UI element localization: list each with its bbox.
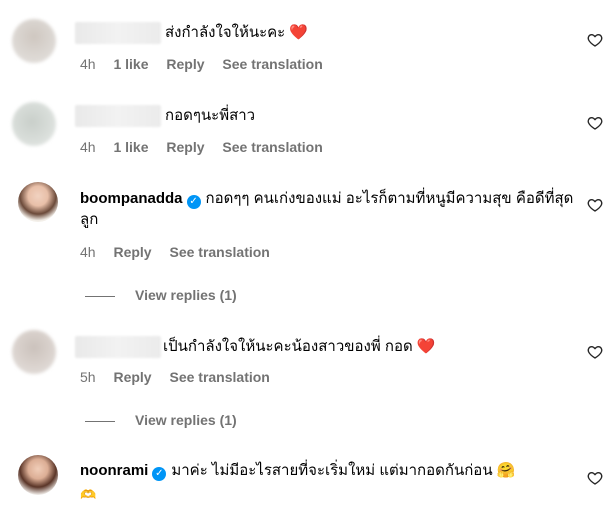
heart-emoji: ❤️	[289, 24, 309, 41]
reply-button[interactable]: Reply	[113, 369, 151, 385]
comment-time[interactable]: 4h	[80, 56, 96, 72]
comment-time[interactable]: 4h	[80, 139, 96, 155]
comment-meta: 4h 1 like Reply See translation	[80, 56, 337, 72]
see-translation-button[interactable]: See translation	[169, 244, 269, 260]
comment-body: มาค่ะ ไม่มีอะไรสายที่จะเริ่มใหม่ แต่มากอ…	[171, 462, 493, 479]
comment-meta: 4h Reply See translation	[80, 244, 284, 260]
view-replies-button[interactable]: View replies (1)	[85, 287, 237, 303]
comment-meta: 5h Reply See translation	[80, 369, 284, 385]
comment-text: boompanadda ✓ กอดๆๆ คนเก่งของแม่ อะไรก็ตาม…	[80, 188, 575, 230]
username-link[interactable]: boompanadda	[80, 190, 183, 207]
reply-button[interactable]: Reply	[166, 56, 204, 72]
comment-time[interactable]: 4h	[80, 244, 96, 260]
see-translation-button[interactable]: See translation	[169, 369, 269, 385]
hug-emoji: 🤗	[496, 462, 516, 479]
comment-body: ส่งกำลังใจให้นะคะ	[165, 24, 286, 41]
see-translation-button[interactable]: See translation	[222, 56, 322, 72]
replies-divider	[85, 295, 115, 297]
heart-emoji: ❤️	[416, 338, 436, 355]
view-replies-label: View replies (1)	[135, 287, 237, 303]
avatar[interactable]	[12, 19, 56, 63]
heart-outline-icon[interactable]	[587, 344, 603, 360]
reply-button[interactable]: Reply	[113, 244, 151, 260]
view-replies-label: View replies (1)	[135, 412, 237, 428]
avatar[interactable]	[18, 455, 58, 495]
likes-count[interactable]: 1 like	[113, 56, 148, 72]
comment-meta: 4h 1 like Reply See translation	[80, 139, 337, 155]
username-redacted	[75, 22, 161, 44]
comment-time[interactable]: 5h	[80, 369, 96, 385]
comment-text: ส่งกำลังใจให้นะคะ ❤️	[165, 22, 308, 43]
username-redacted	[75, 105, 161, 127]
comment-body: กอดๆนะพี่สาว	[165, 107, 256, 124]
username-link[interactable]: noonrami	[80, 462, 148, 479]
comment-text: กอดๆนะพี่สาว	[165, 105, 255, 126]
avatar[interactable]	[12, 102, 56, 146]
heart-outline-icon[interactable]	[587, 115, 603, 131]
heart-hands-emoji: 🫶	[80, 487, 97, 502]
avatar[interactable]	[18, 182, 58, 222]
verified-badge-icon: ✓	[152, 467, 167, 481]
heart-outline-icon[interactable]	[587, 470, 603, 486]
view-replies-button[interactable]: View replies (1)	[85, 412, 237, 428]
comment-text: noonrami ✓ มาค่ะ ไม่มีอะไรสายที่จะเริ่มใหม…	[80, 460, 580, 481]
comment-body: เป็นกำลังใจให้นะคะน้องสาวของพี่ กอด	[163, 338, 413, 355]
likes-count[interactable]: 1 like	[113, 139, 148, 155]
username-redacted	[75, 336, 161, 358]
replies-divider	[85, 420, 115, 422]
reply-button[interactable]: Reply	[166, 139, 204, 155]
comment-text-continued: 🫶	[80, 484, 96, 505]
comment-text: เป็นกำลังใจให้นะคะน้องสาวของพี่ กอด ❤️	[163, 336, 436, 357]
heart-outline-icon[interactable]	[587, 32, 603, 48]
heart-outline-icon[interactable]	[587, 197, 603, 213]
verified-badge-icon: ✓	[186, 195, 201, 209]
see-translation-button[interactable]: See translation	[222, 139, 322, 155]
avatar[interactable]	[12, 330, 56, 374]
